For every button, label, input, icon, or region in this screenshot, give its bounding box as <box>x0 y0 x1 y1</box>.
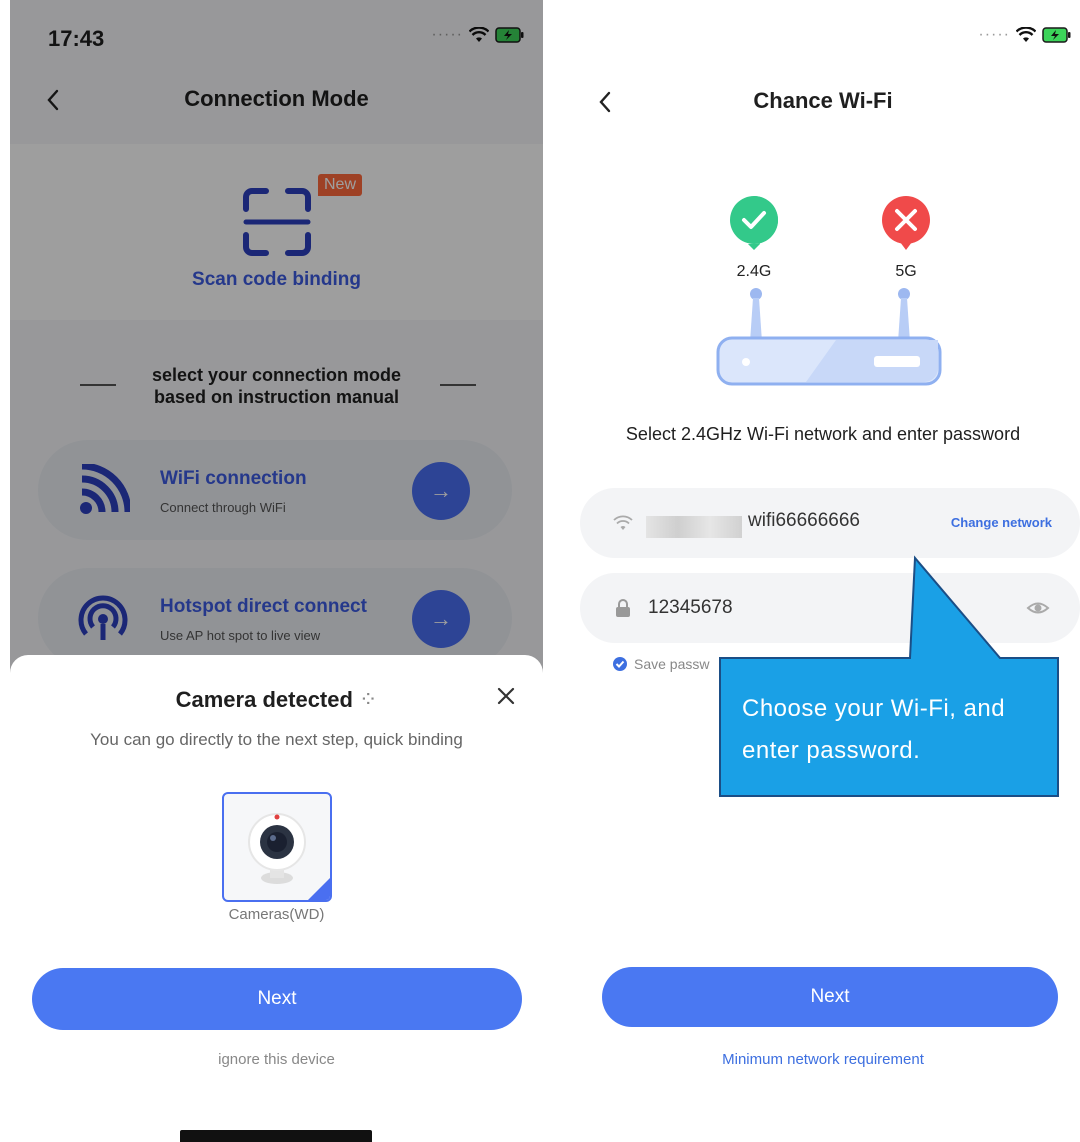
error-pin-icon <box>882 196 930 250</box>
check-pin-icon <box>730 196 778 250</box>
minimum-network-requirement-link[interactable]: Minimum network requirement <box>566 1051 1080 1068</box>
detected-device-tile[interactable]: ✓ <box>222 792 332 902</box>
signal-dots-icon: ····· <box>978 26 1010 43</box>
sheet-subtitle: You can go directly to the next step, qu… <box>90 730 463 749</box>
save-password-label: Save passw <box>634 656 710 672</box>
close-icon <box>497 687 515 705</box>
page-title: Chance Wi-Fi <box>753 88 893 113</box>
wifi-name-text: wifi66666666 <box>748 510 860 531</box>
change-network-link[interactable]: Change network <box>951 515 1052 530</box>
battery-charging-icon <box>1042 27 1071 43</box>
router-illustration: 2.4G 5G <box>716 196 942 386</box>
wifi-field-icon <box>612 512 634 534</box>
save-password-checkbox[interactable]: Save passw <box>612 656 709 672</box>
device-label: Cameras(WD) <box>228 906 325 923</box>
lock-icon <box>612 597 634 619</box>
select-network-instruction: Select 2.4GHz Wi-Fi network and enter pa… <box>625 424 1021 444</box>
next-button[interactable]: Next <box>602 967 1058 1027</box>
callout-line-2: enter password. <box>742 737 921 764</box>
connection-mode-screen: 17:43 ····· Connection Mode New Scan cod… <box>10 0 543 1142</box>
sheet-title: Camera detected ⁘ <box>10 687 543 713</box>
wifi-status-icon <box>1016 27 1036 42</box>
ignore-device-link[interactable]: ignore this device <box>10 1051 543 1068</box>
checked-circle-icon <box>613 657 627 671</box>
home-indicator <box>180 1130 372 1142</box>
callout-text: Choose your Wi-Fi, and enter password. <box>742 688 1042 772</box>
next-button[interactable]: Next <box>32 968 522 1030</box>
selected-check-icon: ✓ <box>308 878 330 900</box>
camera-detected-sheet: Camera detected ⁘ You can go directly to … <box>10 655 543 1142</box>
loading-spinner-icon: ⁘ <box>358 687 378 712</box>
band-24-label: 2.4G <box>737 263 772 280</box>
blurred-ssid-prefix <box>646 516 742 538</box>
callout-line-1: Choose your Wi-Fi, and <box>742 695 1006 722</box>
sheet-title-text: Camera detected <box>175 687 353 712</box>
close-button[interactable] <box>491 681 521 711</box>
wifi-network-field[interactable]: wifi66666666 Change network <box>580 488 1080 558</box>
band-5-label: 5G <box>895 263 916 280</box>
status-icons: ····· <box>978 26 1072 44</box>
